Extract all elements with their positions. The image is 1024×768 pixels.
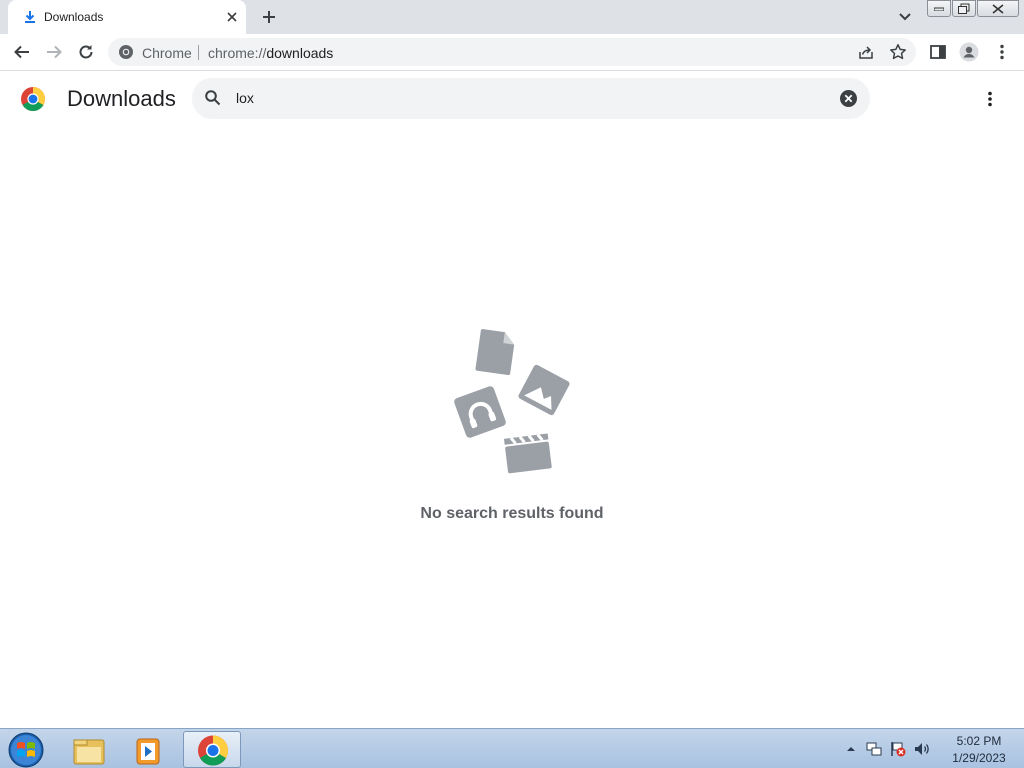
share-icon[interactable] — [857, 43, 875, 61]
network-icon[interactable] — [865, 740, 883, 758]
minimize-button[interactable] — [927, 0, 951, 17]
clear-search-icon[interactable] — [839, 89, 858, 108]
new-tab-icon[interactable] — [259, 7, 279, 27]
omnibox-divider — [198, 45, 199, 60]
chrome-logo-icon — [20, 86, 46, 112]
file-explorer-taskbar-icon[interactable] — [60, 731, 118, 768]
url-text[interactable]: chrome://downloads — [208, 45, 333, 61]
tab-title: Downloads — [44, 10, 104, 24]
tab-close-icon[interactable] — [224, 9, 240, 25]
download-icon — [22, 9, 38, 25]
search-icon[interactable] — [204, 89, 222, 107]
tab-strip: Downloads — [0, 0, 1024, 34]
action-center-flag-icon[interactable] — [889, 740, 907, 758]
volume-icon[interactable] — [913, 740, 931, 758]
search-input[interactable] — [236, 88, 816, 108]
clock-date: 1/29/2023 — [952, 751, 1006, 765]
downloads-search — [192, 78, 870, 119]
window-controls — [927, 0, 1019, 18]
chrome-taskbar-icon[interactable] — [183, 731, 241, 768]
back-arrow-icon[interactable] — [12, 42, 32, 62]
mouse-cursor-icon — [259, 762, 269, 768]
chrome-site-icon — [118, 44, 134, 60]
url-scheme: chrome:// — [208, 45, 267, 61]
browser-toolbar: Chrome chrome://downloads — [0, 34, 1024, 71]
star-bookmark-icon[interactable] — [889, 43, 907, 61]
address-bar[interactable]: Chrome chrome://downloads — [108, 38, 916, 66]
taskbar-clock[interactable]: 5:02 PM 1/29/2023 — [940, 733, 1018, 767]
system-tray: 5:02 PM 1/29/2023 — [840, 729, 1024, 768]
reload-icon[interactable] — [76, 42, 96, 62]
clock-time: 5:02 PM — [956, 734, 1002, 748]
browser-menu-icon[interactable] — [992, 42, 1012, 62]
media-player-taskbar-icon[interactable] — [121, 731, 179, 768]
empty-files-illustration-icon — [447, 325, 577, 475]
tab-downloads[interactable]: Downloads — [8, 0, 246, 34]
windows-start-icon[interactable] — [6, 731, 46, 768]
url-path: downloads — [266, 45, 334, 61]
page-title: Downloads — [67, 86, 176, 111]
restore-button[interactable] — [952, 0, 976, 17]
profile-avatar-icon[interactable] — [959, 42, 979, 62]
site-label: Chrome — [142, 45, 192, 61]
chevron-down-icon[interactable] — [895, 8, 915, 26]
empty-state-message: No search results found — [420, 505, 604, 522]
forward-arrow-icon[interactable] — [44, 42, 64, 62]
windows-taskbar: 5:02 PM 1/29/2023 — [0, 728, 1024, 768]
downloads-more-icon[interactable] — [980, 89, 1000, 109]
show-hidden-icons-icon[interactable] — [842, 740, 860, 758]
side-panel-icon[interactable] — [928, 42, 948, 62]
close-window-button[interactable] — [977, 0, 1019, 17]
